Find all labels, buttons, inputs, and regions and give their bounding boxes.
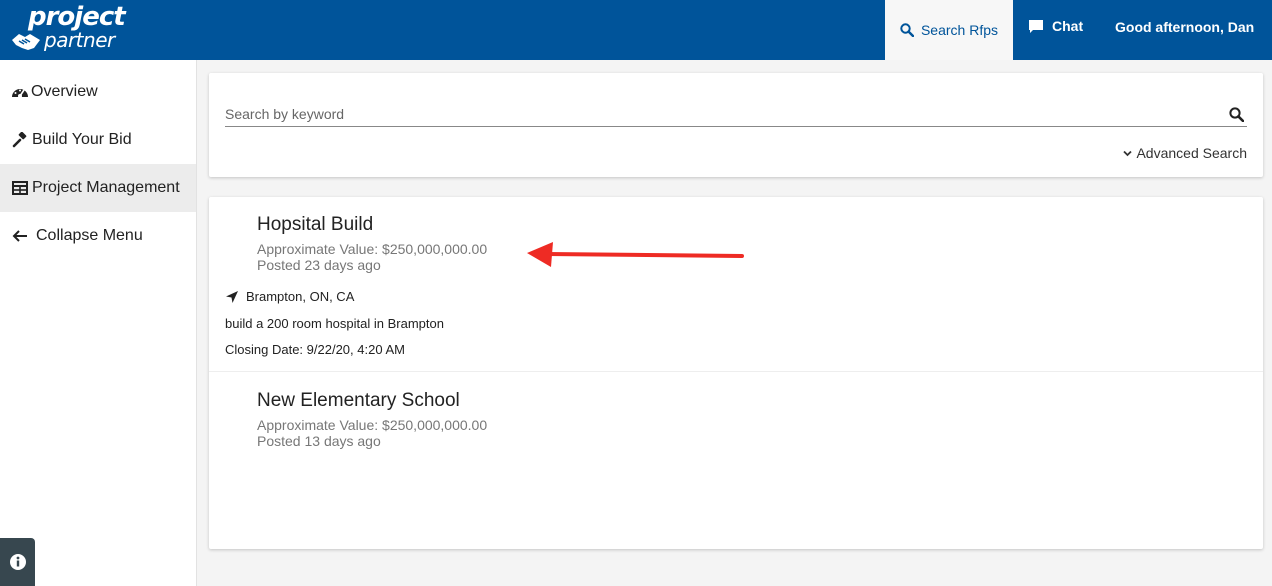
sidebar-item-label: Project Management xyxy=(32,179,180,196)
gavel-icon xyxy=(10,132,30,148)
logo-line-2: partner xyxy=(44,28,115,52)
location-arrow-icon xyxy=(226,290,238,303)
search-panel: Advanced Search xyxy=(209,73,1263,177)
top-bar: project partner Search Rfps Chat Good af… xyxy=(0,0,1272,60)
sidebar-item-label: Overview xyxy=(31,83,98,100)
advanced-search-toggle[interactable]: Advanced Search xyxy=(1123,145,1247,161)
rfp-approx-value: Approximate Value: $250,000,000.00 xyxy=(257,417,488,433)
rfp-card[interactable]: Hopsital Build Approximate Value: $250,0… xyxy=(209,197,1263,372)
search-submit-icon[interactable] xyxy=(1229,107,1245,127)
user-greeting[interactable]: Good afternoon, Dan xyxy=(1115,19,1254,35)
rfp-location-text: Brampton, ON, CA xyxy=(246,289,355,304)
sidebar-item-project-management[interactable]: Project Management xyxy=(0,164,196,212)
rfp-title[interactable]: New Elementary School xyxy=(257,390,460,412)
chat-bubble-icon xyxy=(1029,19,1043,33)
rfp-approx-value: Approximate Value: $250,000,000.00 xyxy=(257,241,488,257)
rfp-location: Brampton, ON, CA xyxy=(225,289,354,304)
chat-label: Chat xyxy=(1052,18,1084,34)
rfp-title[interactable]: Hopsital Build xyxy=(257,214,373,236)
keyword-search-input[interactable] xyxy=(225,101,1247,127)
sidebar-item-label: Build Your Bid xyxy=(32,131,132,148)
advanced-search-label: Advanced Search xyxy=(1136,145,1247,161)
arrow-left-icon xyxy=(10,229,30,243)
table-icon xyxy=(10,181,30,195)
rfp-card[interactable]: New Elementary School Approximate Value:… xyxy=(209,373,1263,473)
chat-button[interactable]: Chat xyxy=(1028,18,1083,34)
rfp-posted-date: Posted 23 days ago xyxy=(257,257,381,273)
search-icon xyxy=(900,23,914,37)
rfp-posted-date: Posted 13 days ago xyxy=(257,433,381,449)
rfp-description: build a 200 room hospital in Brampton xyxy=(225,316,444,331)
dashboard-icon xyxy=(10,85,30,99)
project-partner-logo[interactable]: project partner xyxy=(10,2,130,56)
info-icon xyxy=(9,554,26,570)
handshake-icon xyxy=(12,34,40,50)
info-button[interactable] xyxy=(0,538,35,586)
annotation-arrow xyxy=(527,242,744,267)
search-rfps-label: Search Rfps xyxy=(920,22,999,38)
sidebar-item-build-your-bid[interactable]: Build Your Bid xyxy=(0,116,196,164)
sidebar-item-collapse-menu[interactable]: Collapse Menu xyxy=(0,212,196,260)
sidebar: Overview Build Your Bid Project Manageme… xyxy=(0,60,197,586)
sidebar-item-label: Collapse Menu xyxy=(36,227,143,244)
chevron-down-icon xyxy=(1123,150,1133,156)
rfp-closing-date: Closing Date: 9/22/20, 4:20 AM xyxy=(225,342,405,357)
search-rfps-tab[interactable]: Search Rfps xyxy=(885,0,1013,60)
sidebar-item-overview[interactable]: Overview xyxy=(0,68,196,116)
